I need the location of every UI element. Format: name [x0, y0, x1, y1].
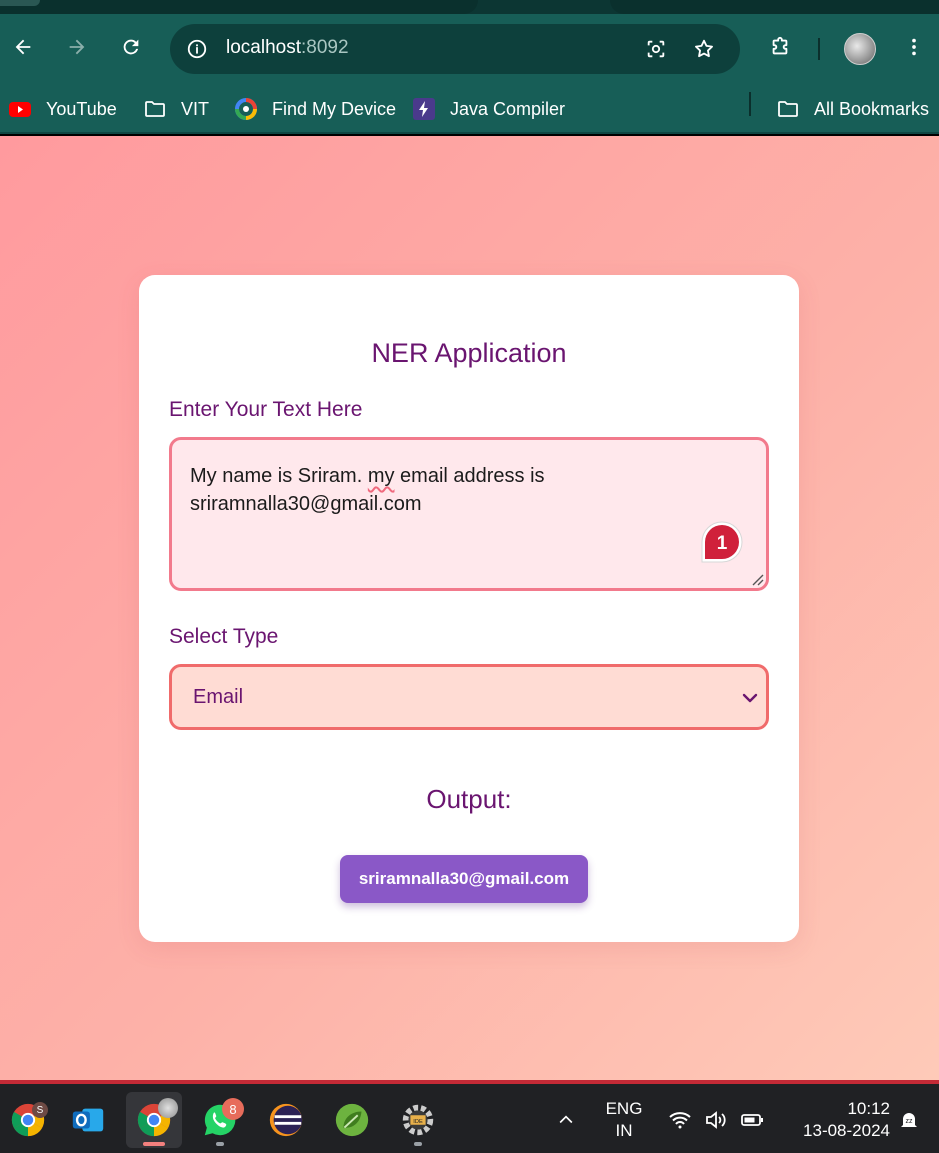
- volume-icon[interactable]: [702, 1106, 730, 1134]
- select-value: Email: [193, 686, 244, 708]
- text-segment: email address is: [394, 465, 545, 487]
- back-arrow-icon: [15, 39, 31, 55]
- ner-card: NER Application Enter Your Text Here My …: [139, 275, 799, 942]
- forward-button[interactable]: [62, 32, 92, 62]
- text-input[interactable]: My name is Sriram. my email address is s…: [169, 437, 769, 591]
- folder-icon: [143, 97, 167, 121]
- url-text[interactable]: localhost:8092: [226, 37, 349, 59]
- windows-taskbar: S 8 IDE ENG IN 10:12 13-08-2024 zz: [0, 1080, 939, 1153]
- bookmark-label: Java Compiler: [450, 98, 566, 119]
- profile-avatar[interactable]: [844, 33, 876, 65]
- all-bookmarks[interactable]: All Bookmarks: [776, 94, 929, 124]
- address-bar[interactable]: localhost:8092: [170, 24, 740, 74]
- tab-background-right[interactable]: [610, 0, 939, 14]
- menu-button[interactable]: [899, 32, 929, 62]
- grammar-checker-icon[interactable]: 1: [700, 520, 744, 564]
- outlook-icon: [72, 1108, 104, 1132]
- svg-text:1: 1: [717, 533, 728, 554]
- javafx-ide-gear-icon: IDE: [402, 1104, 434, 1136]
- running-indicator: [414, 1142, 422, 1146]
- region-code: IN: [615, 1121, 633, 1140]
- bookmark-folder-vit[interactable]: VIT: [143, 94, 209, 124]
- spellcheck-word[interactable]: my: [368, 465, 395, 487]
- profile-avatar-small: [158, 1098, 178, 1118]
- browser-toolbar: localhost:8092: [0, 14, 939, 84]
- spring-leaf-icon: [335, 1103, 369, 1137]
- bookmark-label: YouTube: [46, 98, 117, 119]
- resize-handle-icon[interactable]: [750, 572, 764, 586]
- kebab-menu-icon: [912, 38, 916, 56]
- text-input-line1: My name is Sriram. my email address is: [190, 462, 748, 490]
- language-code: ENG: [605, 1099, 643, 1118]
- url-host: localhost: [226, 37, 301, 58]
- wifi-icon[interactable]: [666, 1106, 694, 1134]
- bookmarks-divider: [749, 92, 751, 116]
- forward-arrow-icon: [69, 39, 85, 55]
- taskbar-whatsapp[interactable]: 8: [192, 1092, 248, 1148]
- text-input-line2: sriramnalla30@gmail.com: [190, 493, 422, 515]
- tab-fragment: [0, 0, 40, 6]
- running-indicator: [216, 1142, 224, 1146]
- text-segment: My name is Sriram.: [190, 465, 368, 487]
- bookmark-youtube[interactable]: YouTube: [8, 94, 117, 124]
- page-title: NER Application: [371, 338, 567, 368]
- input-label: Enter Your Text Here: [169, 398, 363, 421]
- notifications-bell-icon[interactable]: zz: [895, 1106, 923, 1134]
- bookmark-star-icon[interactable]: [691, 36, 717, 62]
- bookmarks-bar: YouTube VIT Find My Device Java Compiler…: [0, 84, 939, 134]
- bookmark-find-my-device[interactable]: Find My Device: [234, 94, 396, 124]
- taskbar-chrome-profile[interactable]: S: [0, 1092, 56, 1148]
- reload-icon: [123, 39, 139, 55]
- bookmark-label: VIT: [181, 98, 210, 119]
- output-heading: Output:: [426, 784, 512, 814]
- type-select[interactable]: Email: [169, 664, 769, 730]
- svg-text:IDE: IDE: [413, 1119, 423, 1125]
- chevron-down-icon: [742, 693, 758, 703]
- battery-icon[interactable]: [738, 1106, 766, 1134]
- bookmark-label: Find My Device: [272, 98, 397, 119]
- active-indicator: [143, 1142, 165, 1146]
- taskbar-spring-tools[interactable]: [324, 1092, 380, 1148]
- folder-icon: [776, 97, 800, 121]
- extensions-button[interactable]: [765, 32, 795, 62]
- all-bookmarks-label: All Bookmarks: [814, 98, 930, 119]
- output-entity-tag: sriramnalla30@gmail.com: [340, 855, 588, 903]
- whatsapp-badge: 8: [222, 1098, 244, 1120]
- find-my-device-icon: [234, 97, 258, 121]
- google-lens-icon[interactable]: [643, 36, 669, 62]
- page-background: NER Application Enter Your Text Here My …: [0, 136, 939, 1080]
- language-indicator[interactable]: ENG IN: [600, 1098, 648, 1142]
- back-button[interactable]: [8, 32, 38, 62]
- clock[interactable]: 10:12 13-08-2024: [780, 1098, 890, 1142]
- toolbar-divider: [818, 38, 820, 60]
- bolt-icon: [412, 97, 436, 121]
- puzzle-piece-icon: [772, 36, 788, 55]
- tab-background[interactable]: [0, 0, 478, 14]
- clock-date: 13-08-2024: [803, 1121, 890, 1140]
- profile-badge: S: [32, 1102, 48, 1118]
- select-label: Select Type: [169, 625, 279, 648]
- eclipse-icon: [269, 1103, 303, 1137]
- youtube-icon: [8, 97, 32, 121]
- taskbar-outlook[interactable]: [60, 1092, 116, 1148]
- site-info-icon[interactable]: [184, 36, 210, 62]
- taskbar-javafx-ide[interactable]: IDE: [390, 1092, 446, 1148]
- show-hidden-icons-chevron-icon[interactable]: [554, 1108, 578, 1132]
- tab-strip: [0, 0, 939, 14]
- svg-text:zz: zz: [906, 1118, 914, 1125]
- bookmark-java-compiler[interactable]: Java Compiler: [412, 94, 565, 124]
- taskbar-chrome[interactable]: [126, 1092, 182, 1148]
- clock-time: 10:12: [847, 1099, 890, 1118]
- url-port: :8092: [301, 37, 349, 58]
- reload-button[interactable]: [116, 32, 146, 62]
- taskbar-eclipse[interactable]: [258, 1092, 314, 1148]
